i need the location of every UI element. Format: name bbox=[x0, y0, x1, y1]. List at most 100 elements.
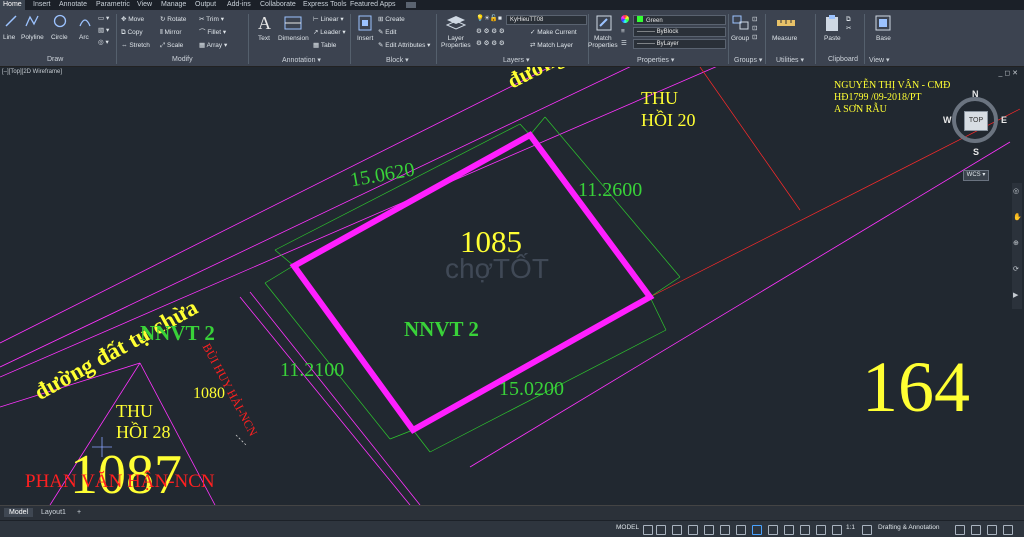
scale-button[interactable]: ⤢ Scale bbox=[160, 41, 183, 50]
paste-button[interactable]: Paste bbox=[824, 35, 841, 42]
arc-button[interactable]: Arc bbox=[79, 34, 89, 41]
fillet-button[interactable]: ⌒ Fillet ▾ bbox=[199, 28, 226, 37]
mirror-button[interactable]: ⫴ Mirror bbox=[160, 28, 182, 37]
leader-button[interactable]: ↗ Leader ▾ bbox=[313, 28, 346, 37]
pan-icon[interactable]: ✋ bbox=[1013, 213, 1022, 221]
showmotion-icon[interactable]: ▶ bbox=[1013, 291, 1018, 299]
tab-parametric[interactable]: Parametric bbox=[93, 0, 133, 10]
group-tools[interactable]: ⊡ ⊡ ⊡ bbox=[752, 15, 757, 42]
dimension-button[interactable]: Dimension bbox=[278, 35, 309, 42]
hardware-acceleration-icon[interactable] bbox=[971, 525, 981, 535]
draw-panel-title[interactable]: Draw bbox=[47, 56, 63, 63]
measure-button[interactable]: Measure bbox=[772, 35, 797, 42]
base-button[interactable]: Base bbox=[876, 35, 891, 42]
layer-state-icons[interactable]: 💡☀🔓■ bbox=[476, 14, 502, 23]
tab-express-tools[interactable]: Express Tools bbox=[300, 0, 349, 10]
match-properties-button[interactable]: Match Properties bbox=[588, 35, 618, 49]
annotation-scale[interactable]: 1:1 bbox=[846, 524, 855, 531]
stretch-button[interactable]: ⇔ Stretch bbox=[121, 41, 150, 50]
compass-east[interactable]: E bbox=[1001, 115, 1007, 125]
compass-south[interactable]: S bbox=[973, 147, 979, 157]
viewcube-top-face[interactable]: TOP bbox=[964, 111, 988, 131]
groups-panel-title[interactable]: Groups ▾ bbox=[734, 56, 762, 64]
tab-manage[interactable]: Manage bbox=[158, 0, 189, 10]
dynamic-ucs-icon[interactable] bbox=[800, 525, 810, 535]
match-layer-button[interactable]: ⇄ Match Layer bbox=[530, 41, 573, 50]
viewcube[interactable]: TOP N S E W bbox=[943, 89, 1008, 157]
osnap-icon[interactable] bbox=[736, 525, 746, 535]
wcs-dropdown[interactable]: WCS ▾ bbox=[963, 170, 989, 181]
ortho-icon[interactable] bbox=[672, 525, 682, 535]
tab-insert[interactable]: Insert bbox=[30, 0, 54, 10]
rectangle-icon[interactable]: ▭ ▾ bbox=[98, 14, 109, 23]
layers-panel-title[interactable]: Layers ▾ bbox=[503, 56, 529, 64]
object-track-icon[interactable] bbox=[720, 525, 730, 535]
make-current-button[interactable]: ✓ Make Current bbox=[530, 28, 577, 37]
modify-panel-title[interactable]: Modify bbox=[172, 56, 193, 63]
layer-tools-row2[interactable]: ⚙ ⚙ ⚙ ⚙ bbox=[476, 39, 505, 48]
clipboard-panel-title[interactable]: Clipboard bbox=[828, 56, 858, 63]
tab-view[interactable]: View bbox=[134, 0, 155, 10]
grid-icon[interactable] bbox=[643, 525, 653, 535]
copy-button[interactable]: ⧉ Copy bbox=[121, 28, 143, 37]
line-button[interactable]: Line bbox=[3, 34, 15, 41]
steering-wheel-icon[interactable]: ◎ bbox=[1013, 187, 1019, 195]
move-button[interactable]: ✥ Move bbox=[121, 15, 144, 24]
workspace-switch[interactable]: Drafting & Annotation bbox=[878, 524, 939, 531]
orbit-icon[interactable]: ⟳ bbox=[1013, 265, 1019, 273]
color-dropdown[interactable]: Green bbox=[633, 15, 726, 25]
model-tab[interactable]: Model bbox=[4, 508, 34, 517]
text-button[interactable]: Text bbox=[258, 35, 270, 42]
plus-icon[interactable] bbox=[955, 525, 965, 535]
tab-annotate[interactable]: Annotate bbox=[56, 0, 90, 10]
edit-attributes-button[interactable]: ✎ Edit Attributes ▾ bbox=[378, 41, 430, 50]
trim-button[interactable]: ✂ Trim ▾ bbox=[199, 15, 224, 24]
annotation-visibility-icon[interactable] bbox=[816, 525, 826, 535]
edit-block-button[interactable]: ✎ Edit bbox=[378, 28, 396, 37]
group-button[interactable]: Group bbox=[731, 35, 749, 42]
snap-icon[interactable] bbox=[656, 525, 666, 535]
lineweight-dropdown[interactable]: ——— ByLayer bbox=[633, 39, 726, 49]
zoom-extents-icon[interactable]: ⊕ bbox=[1013, 239, 1019, 247]
polar-icon[interactable] bbox=[688, 525, 698, 535]
model-space-toggle[interactable]: MODEL bbox=[616, 524, 639, 531]
array-button[interactable]: ▦ Array ▾ bbox=[199, 41, 227, 50]
create-block-button[interactable]: ⊞ Create bbox=[378, 15, 405, 24]
selection-cycling-icon[interactable] bbox=[784, 525, 794, 535]
clipboard-tools[interactable]: ⧉ ✂ bbox=[846, 15, 851, 33]
rotate-button[interactable]: ↻ Rotate bbox=[160, 15, 186, 24]
drawing-canvas[interactable]: [–][Top][2D Wireframe] _ ◻ ✕ đường đường… bbox=[0, 67, 1024, 505]
linear-button[interactable]: ⊢ Linear ▾ bbox=[313, 15, 344, 24]
hatch-icon[interactable]: ▧ ▾ bbox=[98, 26, 109, 35]
properties-panel-title[interactable]: Properties ▾ bbox=[637, 56, 674, 64]
tab-collaborate[interactable]: Collaborate bbox=[257, 0, 299, 10]
customization-menu-icon[interactable] bbox=[1003, 525, 1013, 535]
layout1-tab[interactable]: Layout1 bbox=[36, 508, 71, 517]
annotation-panel-title[interactable]: Annotation ▾ bbox=[282, 56, 321, 64]
lineweight-toggle-icon[interactable] bbox=[752, 525, 762, 535]
insert-button[interactable]: Insert bbox=[357, 35, 373, 42]
layer-tools-row1[interactable]: ⚙ ⚙ ⚙ ⚙ bbox=[476, 27, 505, 36]
transparency-icon[interactable] bbox=[768, 525, 778, 535]
linetype-dropdown[interactable]: ——— ByBlock bbox=[633, 27, 726, 37]
ribbon-toggle-icon[interactable] bbox=[406, 2, 416, 8]
layer-properties-button[interactable]: Layer Properties bbox=[441, 35, 471, 49]
tab-featured-apps[interactable]: Featured Apps bbox=[347, 0, 399, 10]
auto-scale-icon[interactable] bbox=[832, 525, 842, 535]
polyline-button[interactable]: Polyline bbox=[21, 34, 44, 41]
utilities-panel-title[interactable]: Utilities ▾ bbox=[776, 56, 804, 64]
gradient-icon[interactable]: ◎ ▾ bbox=[98, 38, 109, 47]
compass-west[interactable]: W bbox=[943, 115, 952, 125]
compass-north[interactable]: N bbox=[972, 89, 979, 99]
tab-addins[interactable]: Add-ins bbox=[224, 0, 254, 10]
isodraft-icon[interactable] bbox=[704, 525, 714, 535]
tab-home[interactable]: Home bbox=[0, 0, 25, 10]
layer-dropdown[interactable]: KyHieuTT08 bbox=[506, 15, 587, 25]
table-button[interactable]: ▦ Table bbox=[313, 41, 336, 50]
gear-icon[interactable] bbox=[862, 525, 872, 535]
view-panel-title[interactable]: View ▾ bbox=[869, 56, 890, 64]
add-layout-button[interactable]: + bbox=[72, 508, 86, 517]
block-panel-title[interactable]: Block ▾ bbox=[386, 56, 409, 64]
circle-button[interactable]: Circle bbox=[51, 34, 68, 41]
isolate-objects-icon[interactable] bbox=[987, 525, 997, 535]
